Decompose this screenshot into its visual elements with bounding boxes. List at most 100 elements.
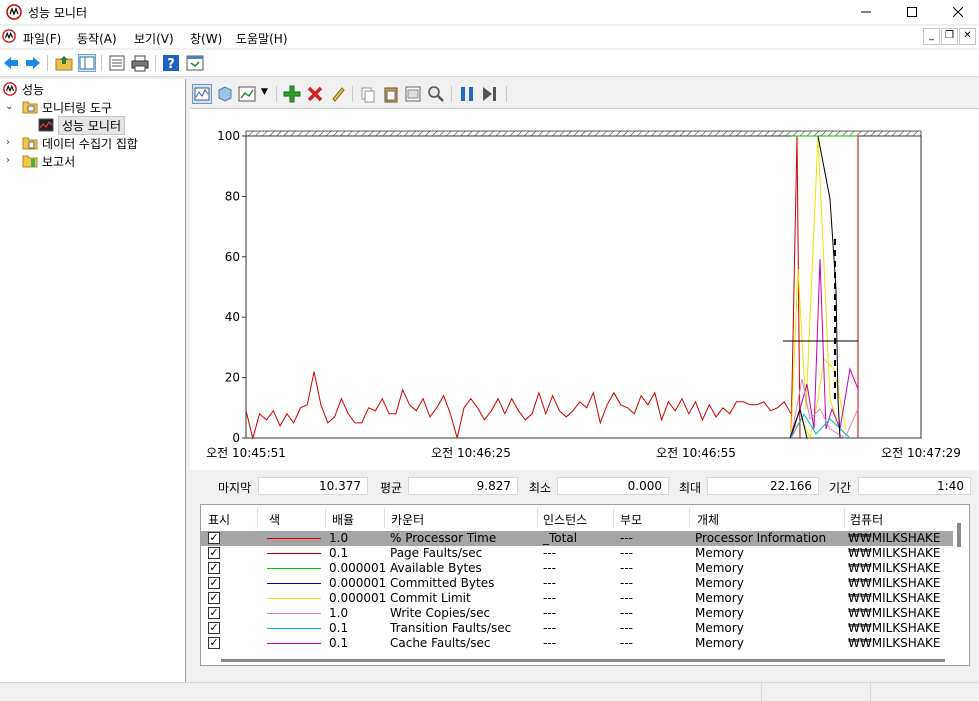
show-checkbox[interactable]: ✓ [208, 547, 220, 559]
legend-row[interactable]: ✓ 0.000001 Available Bytes --- --- Memory ₩₩MI… [201, 561, 953, 576]
delete-counter-icon[interactable] [306, 85, 324, 103]
col-header-object[interactable]: 개체 [697, 511, 719, 528]
col-header-scale[interactable]: 배율 [332, 511, 354, 528]
x-tick-label: 오전 10:46:25 [431, 446, 511, 460]
col-header-instance[interactable]: 인스턴스 [543, 511, 587, 528]
y-tick-label: 40 [225, 310, 240, 324]
legend-row[interactable]: ✓ 0.1 Cache Faults/sec --- --- Memory ₩₩MILKSH… [201, 636, 953, 651]
menu-window[interactable]: 창(W) [190, 30, 222, 47]
status-bar [0, 682, 979, 701]
legend-scale: 0.000001 [329, 561, 387, 575]
overflow-band [245, 130, 922, 137]
x-tick-label: 오전 10:45:51 [206, 446, 286, 460]
child-close-button[interactable]: ✕ [959, 28, 976, 45]
perfmon-menu-icon[interactable] [2, 29, 16, 43]
legend-instance: --- [543, 591, 556, 605]
legend-scale: 1.0 [329, 531, 349, 545]
show-checkbox[interactable]: ✓ [208, 532, 220, 544]
menu-file[interactable]: 파일(F) [23, 30, 61, 47]
add-counter-icon[interactable] [283, 85, 301, 103]
properties-icon[interactable] [108, 54, 126, 72]
legend-row[interactable]: ✓ 0.1 Transition Faults/sec --- --- Memory ₩₩M… [201, 621, 953, 636]
properties-icon[interactable] [404, 85, 422, 103]
graph-area[interactable]: 0 20 40 60 80 100 오전 10:45:51 오전 10:46:25 오전 10:… [190, 108, 979, 470]
legend-computer: ₩₩MILKSHAKE [848, 576, 941, 590]
minimize-button[interactable] [843, 0, 889, 24]
close-icon [953, 7, 963, 17]
freeze-display-icon[interactable] [458, 85, 476, 103]
highlight-icon[interactable] [329, 85, 347, 103]
show-checkbox[interactable]: ✓ [208, 592, 220, 604]
show-checkbox[interactable]: ✓ [208, 607, 220, 619]
legend-object: Memory [695, 636, 744, 650]
menu-view[interactable]: 보기(V) [134, 30, 174, 47]
col-header-parent[interactable]: 부모 [620, 511, 642, 528]
legend-counter: Available Bytes [390, 561, 482, 575]
show-checkbox[interactable]: ✓ [208, 577, 220, 589]
legend-row[interactable]: ✓ 0.1 Page Faults/sec --- --- Memory ₩₩MILKSHA… [201, 546, 953, 561]
tree-item-reports[interactable]: 보고서 [22, 152, 75, 170]
chevron-right-icon[interactable]: › [6, 137, 16, 148]
chevron-right-icon[interactable]: › [6, 155, 16, 166]
color-swatch [267, 643, 321, 644]
tree-item-label: 보고서 [42, 154, 76, 169]
child-restore-button[interactable]: ❐ [941, 28, 958, 45]
legend-row[interactable]: ✓ 0.000001 Commit Limit --- --- Memory ₩₩MILKS… [201, 591, 953, 606]
up-folder-icon[interactable] [55, 54, 73, 72]
tree-item-label: 데이터 수집기 집합 [42, 136, 138, 151]
legend-parent: --- [620, 636, 633, 650]
legend-instance: --- [543, 546, 556, 560]
close-button[interactable] [935, 0, 979, 24]
child-minimize-button[interactable]: _ [923, 28, 940, 45]
color-swatch [267, 553, 321, 554]
graph-type-dropdown-icon[interactable]: ▼ [261, 87, 268, 97]
performance-line-chart[interactable]: 0 20 40 60 80 100 오전 10:45:51 오전 10:46:25 오전 10:… [190, 109, 979, 471]
legend-counter: % Processor Time [390, 531, 497, 545]
legend-horizontal-scrollbar[interactable] [221, 659, 945, 662]
col-header-show[interactable]: 표시 [208, 511, 230, 528]
menu-action[interactable]: 동작(A) [77, 30, 117, 47]
show-checkbox[interactable]: ✓ [208, 637, 220, 649]
view-current-activity-icon[interactable] [192, 84, 212, 104]
show-checkbox[interactable]: ✓ [208, 622, 220, 634]
stat-maximum-label: 최대 [679, 481, 702, 495]
legend-vertical-scrollbar[interactable] [957, 523, 961, 547]
legend-counter: Page Faults/sec [390, 546, 483, 560]
legend-instance: --- [543, 606, 556, 620]
view-window-icon[interactable] [186, 54, 204, 72]
chevron-down-icon[interactable]: ⌄ [5, 101, 15, 112]
col-header-computer[interactable]: 컴퓨터 [850, 511, 883, 528]
help-icon[interactable]: ? [162, 54, 180, 72]
copy-properties-icon[interactable] [359, 85, 377, 103]
tree-item-performance[interactable]: 성능 [2, 80, 44, 98]
x-tick-label: 오전 10:47:29 [881, 446, 961, 460]
y-tick-label: 100 [217, 129, 240, 143]
legend-scale: 0.1 [329, 546, 349, 560]
view-log-data-icon[interactable] [216, 85, 234, 103]
show-hide-console-tree-icon[interactable] [78, 54, 96, 72]
legend-parent: --- [620, 561, 633, 575]
zoom-icon[interactable] [427, 85, 445, 103]
print-icon[interactable] [131, 54, 149, 72]
legend-row[interactable]: ✓ 0.000001 Committed Bytes --- --- Memory ₩₩MI… [201, 576, 953, 591]
update-data-icon[interactable] [481, 85, 499, 103]
change-graph-type-icon[interactable] [238, 85, 256, 103]
legend-row[interactable]: ✓ 1.0 Write Copies/sec --- --- Memory ₩₩MILKSH… [201, 606, 953, 621]
legend-object: Memory [695, 591, 744, 605]
graph-toolbar: ▼ [190, 81, 979, 107]
col-header-color[interactable]: 색 [269, 511, 280, 528]
legend-instance: --- [543, 561, 556, 575]
back-arrow-icon[interactable] [2, 54, 20, 72]
tree-item-data-collector-sets[interactable]: 데이터 수집기 집합 [22, 134, 138, 152]
forward-arrow-icon[interactable] [24, 54, 42, 72]
tree-item-performance-monitor[interactable]: 성능 모니터 [38, 115, 126, 135]
show-checkbox[interactable]: ✓ [208, 562, 220, 574]
legend-row[interactable]: ✓ 1.0 % Processor Time _Total --- Processor I… [201, 531, 953, 546]
color-swatch [267, 568, 321, 569]
maximize-button[interactable] [889, 0, 935, 24]
legend-parent: --- [620, 546, 633, 560]
col-header-counter[interactable]: 카운터 [391, 511, 424, 528]
tree-item-monitoring-tools[interactable]: 모니터링 도구 [22, 98, 112, 116]
menu-help[interactable]: 도움말(H) [236, 30, 288, 47]
paste-counter-list-icon[interactable] [382, 85, 400, 103]
